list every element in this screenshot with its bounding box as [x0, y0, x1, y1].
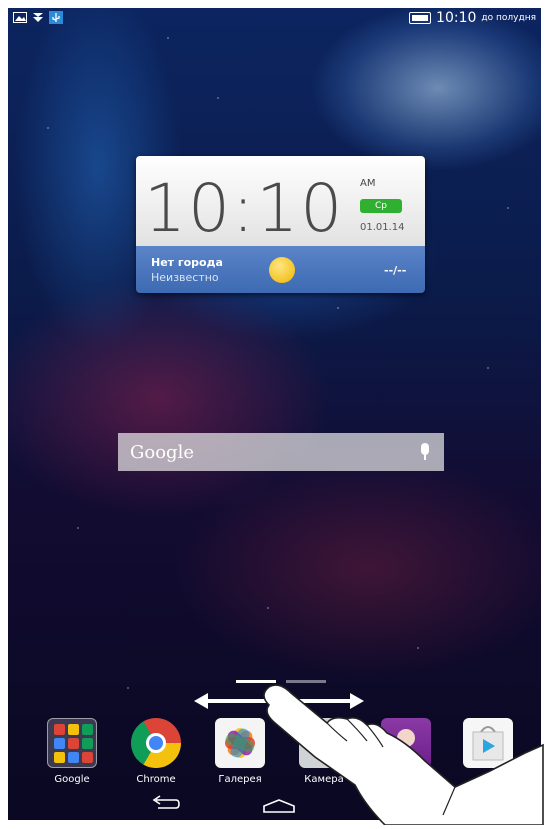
status-time: 10:10: [436, 10, 477, 26]
swipe-hand-icon: [255, 675, 545, 826]
weather-temperature: --/--: [384, 264, 407, 277]
chrome-icon: [131, 718, 181, 768]
clock-panel: 10:10 AM Ср 01.01.14: [136, 156, 425, 247]
picture-icon: [13, 12, 27, 26]
status-right: 10:10 до полудня: [409, 10, 536, 26]
dock-google-folder[interactable]: Google: [40, 718, 104, 785]
sun-icon: [269, 257, 295, 283]
microphone-icon[interactable]: [420, 443, 430, 461]
clock-widget[interactable]: 10:10 AM Ср 01.01.14 Нет города Неизвест…: [136, 156, 425, 293]
status-bar: 10:10 до полудня: [8, 8, 541, 30]
clock-time: 10:10: [144, 170, 345, 247]
usb-icon: [49, 11, 63, 27]
google-folder-icon: [47, 718, 97, 768]
status-period: до полудня: [481, 13, 536, 23]
weather-condition: Неизвестно: [151, 271, 219, 284]
google-logo: Google: [130, 441, 194, 463]
back-icon[interactable]: [148, 794, 182, 814]
battery-icon: [409, 12, 432, 24]
dock-label: Google: [54, 774, 90, 785]
clock-day-badge: Ср: [360, 199, 402, 213]
notification-icon: [32, 12, 44, 26]
clock-ampm: AM: [360, 178, 376, 189]
weather-panel[interactable]: Нет города Неизвестно --/--: [136, 246, 425, 293]
weather-city: Нет города: [151, 256, 223, 269]
clock-date: 01.01.14: [360, 222, 405, 233]
dock-chrome[interactable]: Chrome: [124, 718, 188, 785]
google-search-bar[interactable]: Google: [118, 433, 444, 471]
dock-label: Chrome: [136, 774, 176, 785]
